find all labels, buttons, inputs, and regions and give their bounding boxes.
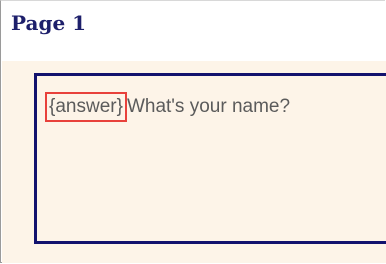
- page-title: Page 1: [11, 11, 87, 35]
- question-title[interactable]: {answer} What's your name?: [45, 92, 290, 122]
- page-body: {answer} What's your name?: [2, 61, 386, 263]
- answer-placeholder-token[interactable]: {answer}: [45, 92, 127, 122]
- survey-editor-frame: Page 1 {answer} What's your name?: [0, 0, 386, 263]
- question-text: What's your name?: [126, 96, 291, 117]
- page-header: Page 1: [2, 2, 386, 60]
- question-block[interactable]: {answer} What's your name?: [34, 73, 386, 244]
